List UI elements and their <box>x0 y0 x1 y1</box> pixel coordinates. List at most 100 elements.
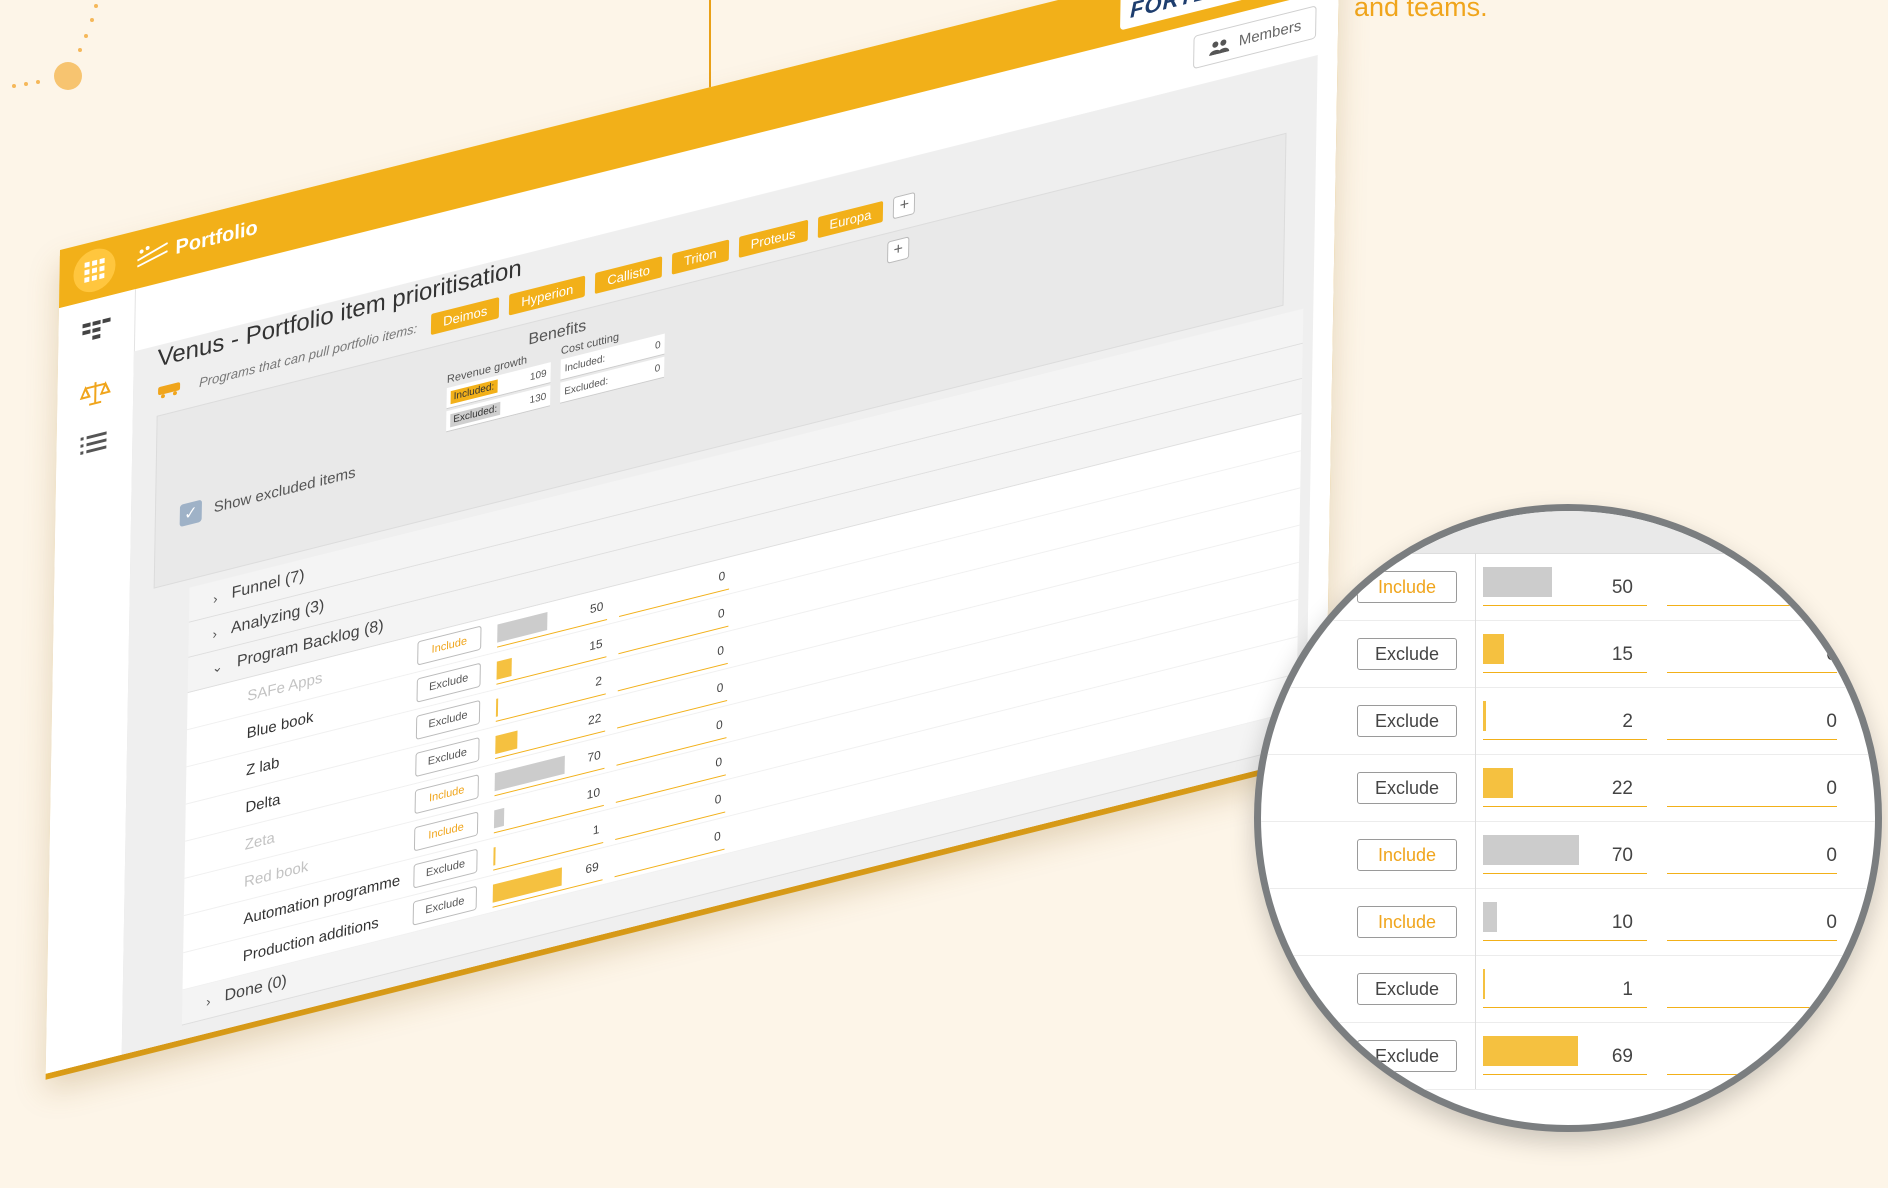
cost-cell: 0 <box>1667 967 1837 1008</box>
value-cell: 1 <box>1483 967 1647 1008</box>
value-bar <box>1483 768 1514 798</box>
cost-label: 0 <box>1826 778 1837 799</box>
decorative-dots <box>12 4 98 90</box>
magnified-row: Include 50 0 <box>1261 553 1875 621</box>
show-excluded-toggle[interactable]: ✓ Show excluded items <box>179 461 356 528</box>
magnified-row: e Exclude 1 0 <box>1261 955 1875 1023</box>
chevron-down-icon: ⌄ <box>211 658 224 677</box>
board-icon[interactable] <box>80 315 112 351</box>
caption-text: and teams. <box>1354 0 1488 22</box>
exclude-button[interactable]: Exclude <box>1357 772 1457 804</box>
magnified-row: Include 70 0 <box>1261 821 1875 889</box>
group-label: Done (0) <box>224 972 287 1005</box>
value-bar <box>1483 701 1486 731</box>
app-launcher-button[interactable] <box>73 244 116 297</box>
magnified-row: Exclude 22 0 <box>1261 754 1875 822</box>
value-label: 10 <box>586 784 601 802</box>
value-label: 50 <box>589 598 604 616</box>
cost-label: 0 <box>1826 711 1837 732</box>
exclude-button[interactable]: Exclude <box>1357 1040 1457 1072</box>
value-bar <box>1483 835 1579 865</box>
value-label: 15 <box>1611 644 1633 665</box>
excluded-value: 130 <box>529 390 547 406</box>
column-divider <box>1475 687 1476 754</box>
column-divider <box>1475 821 1476 888</box>
app-window: Portfolio FORTES∞ <box>45 0 1340 1074</box>
list-icon[interactable] <box>78 425 110 461</box>
cost-label: 0 <box>717 605 725 621</box>
portfolio-icon <box>137 242 168 268</box>
column-divider <box>1475 754 1476 821</box>
value-bar <box>496 657 512 680</box>
exclude-button[interactable]: Exclude <box>1357 638 1457 670</box>
column-divider <box>1475 1022 1476 1089</box>
chevron-right-icon: › <box>213 590 218 607</box>
checkbox-checked-icon[interactable]: ✓ <box>179 499 203 528</box>
value-cell: 2 <box>1483 699 1647 740</box>
magnified-row: Exclude 69 0 <box>1261 1022 1875 1090</box>
scale-icon[interactable] <box>79 375 111 411</box>
magnified-item-name-fragment: e <box>1299 975 1310 996</box>
included-value: 0 <box>654 339 661 352</box>
chevron-right-icon: › <box>212 625 218 642</box>
add-program-button[interactable]: + <box>893 191 916 220</box>
cost-cell: 0 <box>1667 632 1837 673</box>
magnified-header <box>1261 511 1875 554</box>
cost-label: 0 <box>716 679 724 696</box>
magnifier-zoom: Include 50 0 Exclude 15 0 Exclude 2 0 Exclude 22 0 I… <box>1254 504 1882 1132</box>
value-cell: 15 <box>1483 632 1647 673</box>
cost-label: 0 <box>718 567 726 584</box>
included-value: 109 <box>529 367 547 383</box>
include-button[interactable]: Include <box>1357 571 1457 603</box>
program-tag[interactable]: Triton <box>671 238 729 275</box>
value-bar <box>1483 634 1504 664</box>
value-cell: 70 <box>1483 833 1647 874</box>
cost-cell: 0 <box>1667 1034 1837 1075</box>
value-label: 1 <box>592 821 600 838</box>
excluded-value: 0 <box>654 362 661 375</box>
value-bar <box>495 729 518 754</box>
column-divider <box>1475 888 1476 955</box>
members-label: Members <box>1238 17 1302 50</box>
program-tag[interactable]: Europa <box>817 200 884 238</box>
value-bar <box>1483 902 1497 932</box>
include-button[interactable]: Include <box>1357 839 1457 871</box>
cost-label: 0 <box>717 642 725 658</box>
cost-label: 0 <box>1826 979 1837 1000</box>
value-bar <box>493 807 505 828</box>
cost-label: 0 <box>715 716 723 733</box>
cost-label: 0 <box>1826 644 1837 665</box>
column-divider <box>1475 620 1476 687</box>
chevron-right-icon: › <box>206 992 211 1010</box>
value-cell: 50 <box>1483 565 1647 606</box>
column-divider <box>1475 553 1476 620</box>
program-tag[interactable]: Proteus <box>738 219 808 258</box>
section-title: Portfolio <box>175 216 258 260</box>
value-label: 69 <box>585 858 599 877</box>
include-button[interactable]: Include <box>1357 906 1457 938</box>
add-benefit-button[interactable]: + <box>887 236 910 264</box>
excluded-label: Excluded: <box>564 375 609 398</box>
value-label: 70 <box>587 747 601 765</box>
program-tag[interactable]: Callisto <box>595 255 663 294</box>
value-cell: 10 <box>1483 900 1647 941</box>
value-label: 1 <box>1622 979 1633 1000</box>
value-label: 15 <box>589 635 603 654</box>
cost-label: 0 <box>1826 912 1837 933</box>
exclude-button[interactable]: Exclude <box>1357 973 1457 1005</box>
value-cell: 69 <box>1483 1034 1647 1075</box>
value-bar <box>1483 567 1552 597</box>
value-label: 22 <box>1611 778 1633 799</box>
magnified-rows: Include 50 0 Exclude 15 0 Exclude 2 0 Exclude 22 0 I… <box>1261 511 1875 1125</box>
value-bar <box>493 846 496 866</box>
magnified-row: Exclude 15 0 <box>1261 620 1875 688</box>
cost-cell: 0 <box>1667 565 1837 606</box>
exclude-button[interactable]: Exclude <box>1357 705 1457 737</box>
included-label: Included: <box>564 352 606 375</box>
value-bar <box>1483 969 1485 999</box>
magnified-row: Exclude 2 0 <box>1261 687 1875 755</box>
people-icon <box>1209 38 1230 56</box>
cost-label: 0 <box>1826 845 1837 866</box>
value-label: 2 <box>595 672 603 689</box>
value-bar <box>495 697 499 717</box>
